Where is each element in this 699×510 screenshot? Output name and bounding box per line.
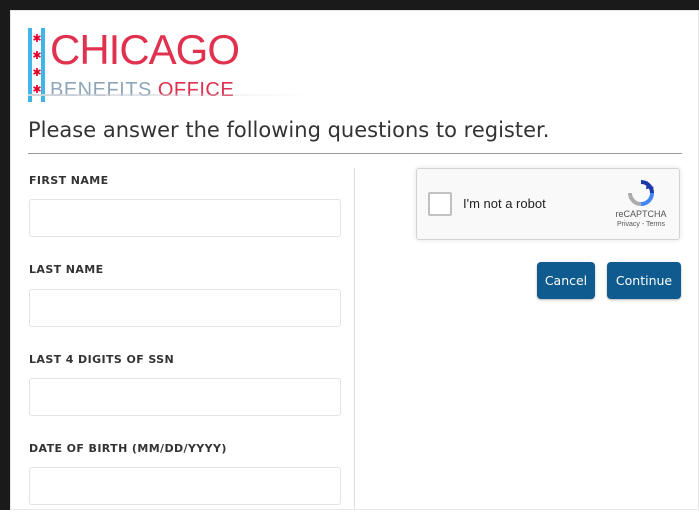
first-name-input[interactable] xyxy=(29,199,341,237)
recaptcha-brand: reCAPTCHA xyxy=(615,209,667,219)
logo-underline xyxy=(28,94,308,96)
page-heading: Please answer the following questions to… xyxy=(28,118,550,142)
recaptcha-logo: reCAPTCHA Privacy - Terms xyxy=(613,179,669,229)
recaptcha-widget: I'm not a robot reCAPTCHA Privacy - Term… xyxy=(416,168,680,240)
first-name-label: FIRST NAME xyxy=(29,174,109,187)
chicago-flag-icon: ✱ ✱ ✱ ✱ xyxy=(28,28,45,102)
heading-divider xyxy=(28,153,682,154)
recaptcha-privacy-terms[interactable]: Privacy - Terms xyxy=(613,220,669,229)
ssn-last4-label: LAST 4 DIGITS OF SSN xyxy=(29,353,175,366)
registration-page: ✱ ✱ ✱ ✱ CHICAGO BENEFITS OFFICE Please a… xyxy=(10,10,699,510)
cancel-button[interactable]: Cancel xyxy=(537,262,595,299)
last-name-input[interactable] xyxy=(29,289,341,327)
chicago-benefits-logo: ✱ ✱ ✱ ✱ CHICAGO BENEFITS OFFICE xyxy=(28,20,298,104)
ssn-last4-input[interactable] xyxy=(29,378,341,416)
logo-subtitle-benefits: BENEFITS xyxy=(50,79,152,101)
last-name-label: LAST NAME xyxy=(29,263,104,276)
logo-title: CHICAGO xyxy=(50,26,240,73)
date-of-birth-label: DATE OF BIRTH (MM/DD/YYYY) xyxy=(29,442,227,455)
recaptcha-checkbox[interactable] xyxy=(428,192,452,216)
column-divider xyxy=(354,168,355,510)
recaptcha-label: I'm not a robot xyxy=(463,196,546,211)
continue-button[interactable]: Continue xyxy=(607,262,681,299)
date-of-birth-input[interactable] xyxy=(29,467,341,505)
logo-subtitle-office: OFFICE xyxy=(157,79,235,101)
recaptcha-icon xyxy=(628,180,654,206)
logo-subtitle: BENEFITS OFFICE xyxy=(50,78,234,102)
